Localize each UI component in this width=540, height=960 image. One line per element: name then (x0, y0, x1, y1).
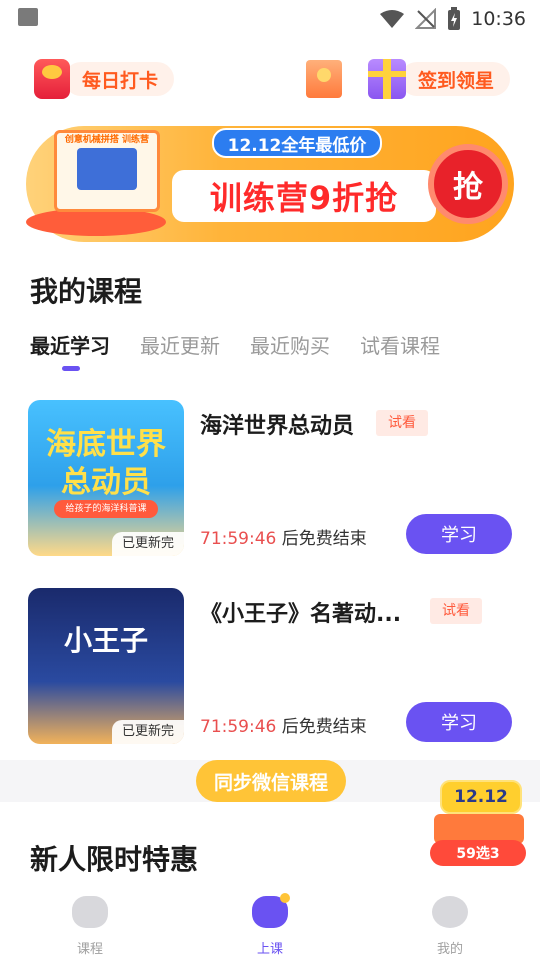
study-button[interactable]: 学习 (406, 514, 512, 554)
profile-icon (432, 896, 468, 928)
course-thumbnail: 小王子 已更新完 (28, 588, 184, 744)
status-bar: 10:36 (0, 0, 540, 38)
course-name: 《小王子》名著动... (200, 602, 402, 627)
promo-date: 12.12 (440, 780, 522, 814)
bottom-nav: 课程 上课 我的 (0, 886, 540, 960)
banner-kit-card: 创意机械拼搭 训练营 (54, 130, 160, 212)
promo-banner[interactable]: 创意机械拼搭 训练营 12.12全年最低价 训练营9折抢 抢 (26, 126, 514, 242)
tab-trial-courses[interactable]: 试看课程 (360, 330, 440, 374)
status-icons: 10:36 (379, 4, 526, 34)
tab-label: 最近更新 (140, 334, 220, 358)
courses-icon (72, 896, 108, 928)
image-notification-icon (18, 8, 38, 26)
countdown-time: 71:59:46 (200, 529, 277, 549)
banner-grab-button[interactable]: 抢 (428, 144, 508, 224)
countdown-time: 71:59:46 (200, 717, 277, 737)
sign-in-stars-label: 签到领星 (400, 62, 511, 96)
gift-box-icon (368, 59, 406, 99)
floating-promo-badge[interactable]: 12.12 59选3 (430, 774, 526, 866)
thumbnail-subtitle: 给孩子的海洋科普课 (54, 500, 158, 518)
active-tab-indicator (62, 366, 80, 371)
course-item[interactable]: 小王子 已更新完 《小王子》名著动... 试看 71:59:46 后免费结束 学… (28, 588, 512, 744)
course-tabs: 最近学习 最近更新 最近购买 试看课程 (30, 330, 440, 374)
tab-label: 最近购买 (250, 334, 330, 358)
trophy-icon[interactable] (306, 60, 342, 98)
nav-label: 课程 (76, 942, 103, 957)
classes-icon (252, 893, 290, 928)
update-status-badge: 已更新完 (111, 532, 184, 556)
sync-wechat-courses-button[interactable]: 同步微信课程 (196, 760, 346, 802)
nav-mine[interactable]: 我的 (400, 896, 500, 957)
promo-offer: 59选3 (430, 840, 526, 866)
new-user-offer-title: 新人限时特惠 (30, 843, 199, 876)
update-status-badge: 已更新完 (111, 720, 184, 744)
tab-recent-study[interactable]: 最近学习 (30, 330, 110, 374)
nav-label: 上课 (256, 942, 283, 957)
countdown-suffix: 后免费结束 (281, 529, 367, 549)
free-countdown: 71:59:46 后免费结束 (200, 712, 367, 737)
banner-headline: 训练营9折抢 (172, 170, 436, 222)
tab-label: 最近学习 (30, 334, 110, 358)
nav-label: 我的 (436, 942, 463, 957)
thumbnail-title: 海底世界 总动员 (46, 427, 166, 500)
top-actions: 每日打卡 签到领星 (0, 56, 540, 104)
nav-classes[interactable]: 上课 (220, 893, 320, 957)
free-countdown: 71:59:46 后免费结束 (200, 524, 367, 549)
daily-checkin-button[interactable]: 每日打卡 (34, 58, 175, 100)
wifi-icon (380, 10, 405, 28)
banner-kit-image (77, 148, 137, 190)
tab-recent-purchase[interactable]: 最近购买 (250, 330, 330, 374)
banner-kit-title: 创意机械拼搭 训练营 (64, 135, 150, 145)
nav-courses[interactable]: 课程 (40, 896, 140, 957)
red-envelope-icon (34, 59, 70, 99)
trial-tag: 试看 (430, 598, 482, 624)
my-courses-title: 我的课程 (30, 275, 143, 308)
battery-charging-icon (448, 7, 461, 30)
course-item[interactable]: 海底世界 总动员 给孩子的海洋科普课 已更新完 海洋世界总动员 试看 71:59… (28, 400, 512, 556)
sign-in-stars-button[interactable]: 签到领星 (368, 58, 511, 100)
clock: 10:36 (471, 8, 526, 30)
daily-checkin-label: 每日打卡 (64, 62, 175, 96)
tab-label: 试看课程 (360, 334, 440, 358)
banner-price-tag: 12.12全年最低价 (212, 128, 382, 158)
study-button[interactable]: 学习 (406, 702, 512, 742)
tab-recent-update[interactable]: 最近更新 (140, 330, 220, 374)
course-thumbnail: 海底世界 总动员 给孩子的海洋科普课 已更新完 (28, 400, 184, 556)
trial-tag: 试看 (376, 410, 428, 436)
course-name: 海洋世界总动员 (200, 414, 355, 439)
countdown-suffix: 后免费结束 (281, 717, 367, 737)
thumbnail-title: 小王子 (63, 624, 148, 657)
banner-stage (26, 208, 166, 236)
no-signal-icon (415, 8, 437, 29)
